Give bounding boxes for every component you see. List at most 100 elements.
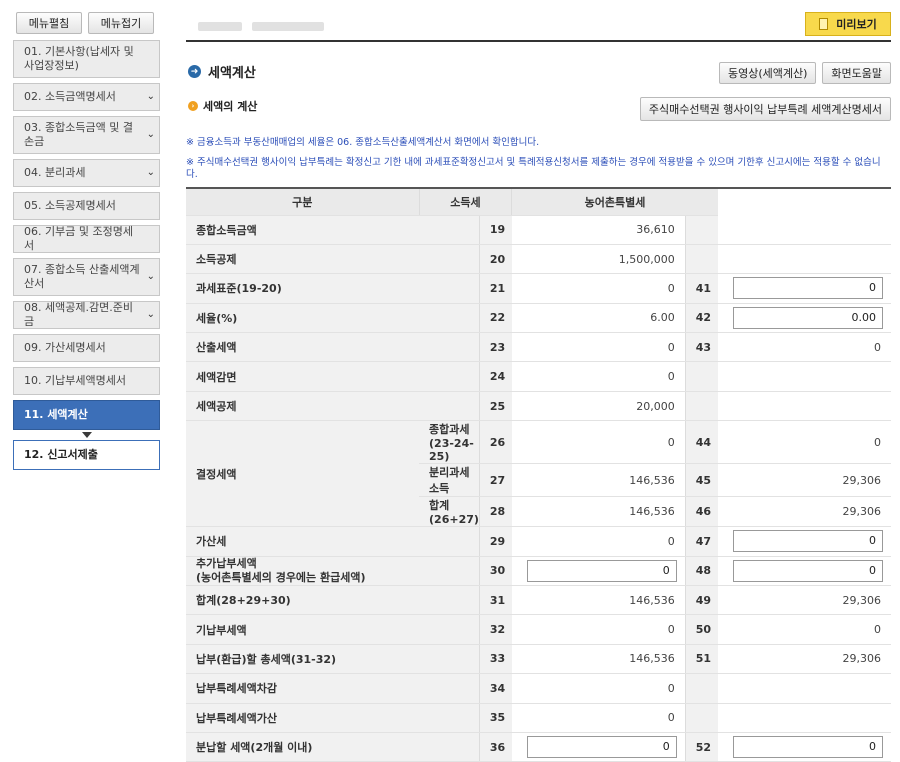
line-number bbox=[684, 361, 718, 392]
sidebar-item-7[interactable]: 07. 종합소득 산출세액계산서 ⌄ bbox=[13, 258, 160, 296]
rural-tax-cell: 0 bbox=[717, 732, 891, 762]
chevron-down-icon[interactable]: ⌄ bbox=[147, 128, 155, 142]
rural-tax-input[interactable]: 0 bbox=[733, 277, 883, 300]
row-label: 세액감면 bbox=[186, 361, 480, 392]
rural-tax-cell bbox=[717, 703, 891, 733]
row-label: 납부(환급)할 총세액(31-32) bbox=[186, 644, 480, 675]
table-row: 산출세액 23 0 43 0 bbox=[186, 332, 891, 363]
row-label: 분리과세소득 bbox=[419, 463, 480, 498]
sidebar-item-6[interactable]: 06. 기부금 및 조정명세서 bbox=[13, 225, 160, 253]
rural-tax-cell bbox=[717, 215, 891, 245]
sidebar-item-12[interactable]: 12. 신고서제출 bbox=[13, 440, 160, 470]
bullet-icon: › bbox=[188, 101, 198, 111]
rural-tax-input[interactable]: 0 bbox=[733, 530, 883, 553]
subsection-title: › 세액의 계산 bbox=[188, 98, 257, 114]
video-button[interactable]: 동영상(세액계산) bbox=[718, 62, 817, 84]
collapse-menu-button[interactable]: 메뉴접기 bbox=[88, 12, 154, 34]
line-number: 21 bbox=[478, 273, 512, 304]
rural-tax-cell: 29,306 bbox=[717, 496, 891, 528]
income-tax-cell: 1,500,000 bbox=[511, 244, 686, 275]
row-label: 추가납부세액 (농어촌특별세의 경우에는 환급세액) bbox=[186, 556, 480, 587]
sidebar-item-label: 09. 가산세명세서 bbox=[24, 341, 106, 354]
line-number bbox=[684, 703, 718, 733]
sidebar-item-4[interactable]: 04. 분리과세 ⌄ bbox=[13, 159, 160, 187]
sidebar-item-1[interactable]: 01. 기본사항(납세자 및 사업장정보) bbox=[13, 40, 160, 78]
sidebar-item-9[interactable]: 09. 가산세명세서 bbox=[13, 334, 160, 362]
line-number: 48 bbox=[684, 556, 718, 587]
sidebar-item-10[interactable]: 10. 기납부세액명세서 bbox=[13, 367, 160, 395]
income-tax-cell: 36,610 bbox=[511, 215, 686, 245]
line-number: 36 bbox=[478, 732, 512, 762]
income-tax-input[interactable]: 0 bbox=[526, 559, 677, 582]
table-row: 기납부세액 32 0 50 0 bbox=[186, 614, 891, 645]
rural-tax-cell: 0 bbox=[717, 556, 891, 587]
arrow-circle-icon: ➜ bbox=[188, 65, 201, 78]
sidebar-item-2[interactable]: 02. 소득금액명세서 ⌄ bbox=[13, 83, 160, 111]
subsection-title-text: 세액의 계산 bbox=[203, 100, 258, 113]
sidebar-item-label: 12. 신고서제출 bbox=[24, 448, 98, 461]
line-number: 25 bbox=[478, 391, 512, 422]
tax-calculation-table: 구분 소득세 농어촌특별세 종합소득금액 19 36,610 소득공제 20 1,500,… bbox=[186, 187, 891, 762]
line-number: 50 bbox=[684, 614, 718, 645]
table-row: 결정세액 종합과세(23-24-25) 26 0 44 0 bbox=[186, 420, 891, 528]
row-label: 납부특례세액차감 bbox=[186, 673, 480, 704]
row-label: 분납할 세액(2개월 이내) bbox=[186, 732, 480, 762]
chevron-down-icon[interactable]: ⌄ bbox=[147, 90, 155, 104]
help-button[interactable]: 화면도움말 bbox=[822, 62, 891, 84]
section-title-text: 세액계산 bbox=[208, 66, 256, 81]
sidebar-item-label: 06. 기부금 및 조정명세서 bbox=[24, 225, 133, 252]
sidebar-item-11[interactable]: 11. 세액계산 bbox=[13, 400, 160, 430]
income-tax-cell: 0 bbox=[511, 420, 686, 465]
rural-tax-input[interactable]: 0 bbox=[733, 559, 883, 582]
sidebar-item-5[interactable]: 05. 소득공제명세서 bbox=[13, 192, 160, 220]
chevron-down-icon[interactable]: ⌄ bbox=[147, 270, 155, 284]
line-number: 35 bbox=[478, 703, 512, 733]
breadcrumb bbox=[198, 22, 324, 31]
table-row: 분납할 세액(2개월 이내) 36 0 52 0 bbox=[186, 732, 891, 762]
row-label: 종합소득금액 bbox=[186, 215, 480, 245]
line-number: 44 bbox=[684, 420, 718, 465]
rural-tax-cell: 0.00 bbox=[717, 303, 891, 334]
income-tax-cell: 146,536 bbox=[511, 644, 686, 675]
line-number: 41 bbox=[684, 273, 718, 304]
income-tax-cell: 146,536 bbox=[511, 585, 686, 616]
line-number bbox=[684, 215, 718, 245]
rural-tax-input[interactable]: 0.00 bbox=[733, 306, 883, 329]
income-tax-cell: 0 bbox=[511, 614, 686, 645]
table-row: 세액공제 25 20,000 bbox=[186, 391, 891, 422]
line-number: 43 bbox=[684, 332, 718, 363]
table-row: 합계(28+29+30) 31 146,536 49 29,306 bbox=[186, 585, 891, 616]
sidebar-item-label: 03. 종합소득금액 및 결손금 bbox=[24, 121, 133, 148]
expand-menu-button[interactable]: 메뉴펼침 bbox=[16, 12, 82, 34]
notice-text: ※ 금융소득과 부동산매매업의 세율은 06. 종합소득산출세액계산서 화면에서… bbox=[186, 137, 540, 148]
line-number bbox=[684, 391, 718, 422]
sidebar-item-label: 05. 소득공제명세서 bbox=[24, 199, 116, 212]
line-number: 27 bbox=[478, 463, 512, 498]
income-tax-cell: 0 bbox=[511, 332, 686, 363]
table-row: 납부(환급)할 총세액(31-32) 33 146,536 51 29,306 bbox=[186, 644, 891, 675]
line-number: 31 bbox=[478, 585, 512, 616]
line-number: 51 bbox=[684, 644, 718, 675]
chevron-down-icon[interactable]: ⌄ bbox=[147, 166, 155, 180]
row-label: 기납부세액 bbox=[186, 614, 480, 645]
line-number: 34 bbox=[478, 673, 512, 704]
stock-option-calc-button[interactable]: 주식매수선택권 행사이익 납부특례 세액계산명세서 bbox=[639, 97, 891, 121]
table-row: 가산세 29 0 47 0 bbox=[186, 526, 891, 557]
preview-button[interactable]: 미리보기 bbox=[805, 12, 891, 36]
income-tax-cell: 0 bbox=[511, 361, 686, 392]
row-label: 세율(%) bbox=[186, 303, 480, 334]
line-number: 42 bbox=[684, 303, 718, 334]
income-tax-cell: 20,000 bbox=[511, 391, 686, 422]
line-number: 49 bbox=[684, 585, 718, 616]
blurred-text bbox=[198, 22, 242, 31]
sidebar-item-8[interactable]: 08. 세액공제.감면.준비금 ⌄ bbox=[13, 301, 160, 329]
rural-tax-cell: 29,306 bbox=[717, 463, 891, 498]
row-label: 과세표준(19-20) bbox=[186, 273, 480, 304]
row-label: 세액공제 bbox=[186, 391, 480, 422]
sidebar-item-3[interactable]: 03. 종합소득금액 및 결손금 ⌄ bbox=[13, 116, 160, 154]
line-number: 45 bbox=[684, 463, 718, 498]
sidebar-item-label: 01. 기본사항(납세자 및 사업장정보) bbox=[24, 45, 134, 72]
income-tax-cell: 146,536 bbox=[511, 463, 686, 498]
chevron-down-icon[interactable]: ⌄ bbox=[147, 308, 155, 322]
income-tax-cell: 0 bbox=[511, 673, 686, 704]
